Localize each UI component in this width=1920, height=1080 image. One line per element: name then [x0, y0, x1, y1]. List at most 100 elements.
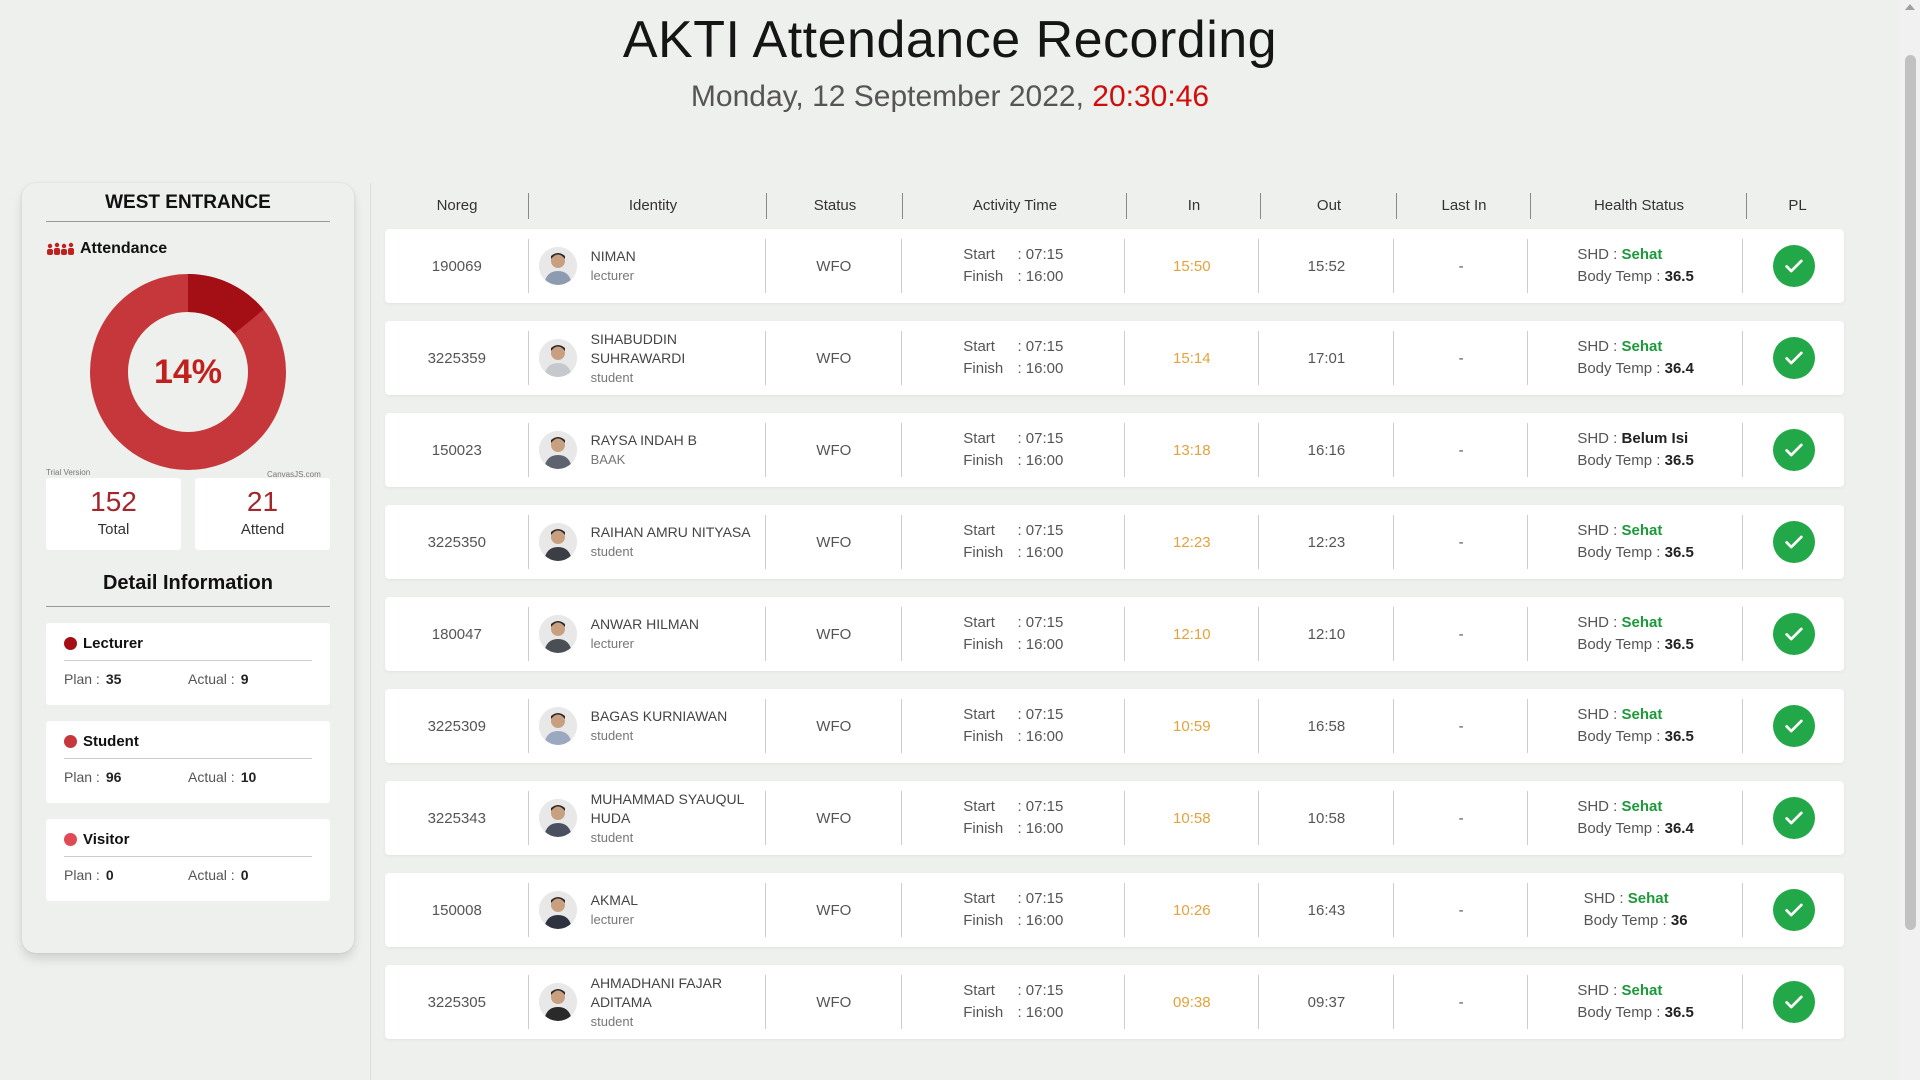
colon: :: [1017, 728, 1022, 745]
out-time-cell: 12:23: [1259, 515, 1395, 569]
stats-row: 152 Total 21 Attend: [46, 478, 330, 550]
colon: :: [1017, 798, 1022, 815]
health-status-cell: SHD : Sehat Body Temp : 36.5: [1528, 239, 1744, 293]
body-temp-label: Body Temp :: [1577, 452, 1661, 469]
body-temp-value: 36.5: [1664, 636, 1694, 653]
activity-time-cell: Start : 07:15 Finish : 16:00: [902, 423, 1126, 477]
body-temp-label: Body Temp :: [1577, 636, 1661, 653]
finish-label: Finish: [963, 728, 1004, 745]
attend-label: Attend: [240, 521, 285, 538]
table-row[interactable]: 190069 NIMAN lecturer WFO Start : 07:15 Finis…: [385, 229, 1844, 303]
colon: :: [1017, 522, 1022, 539]
check-circle-icon: [1772, 521, 1815, 563]
person-role: lecturer: [590, 912, 634, 927]
person-role: student: [590, 369, 634, 385]
scrollbar[interactable]: [1900, 0, 1920, 1080]
finish-time: 16:00: [1025, 452, 1064, 469]
table-row[interactable]: 3225350 RAIHAN AMRU NITYASA student WFO Star…: [385, 505, 1844, 579]
plan-cell: Plan : 0: [64, 867, 188, 883]
people-icon: [47, 242, 74, 255]
body-temp-label: Body Temp :: [1577, 728, 1661, 745]
attendance-heading: Attendance: [46, 240, 354, 258]
check-circle-icon: [1772, 245, 1815, 287]
status-cell: WFO: [766, 515, 902, 569]
activity-times: Start : 07:15 Finish : 16:00: [963, 704, 1063, 748]
attendance-percent: 14%: [153, 352, 223, 391]
in-time-cell: 15:50: [1125, 239, 1259, 293]
avatar: [538, 983, 577, 1021]
finish-label: Finish: [963, 1004, 1004, 1021]
identity-cell: ANWAR HILMAN lecturer: [529, 607, 767, 661]
health-info: SHD : Sehat Body Temp : 36.5: [1577, 612, 1693, 656]
scrollbar-thumb[interactable]: [1905, 55, 1916, 930]
plan-value: 96: [105, 769, 122, 785]
colon: :: [1017, 360, 1022, 377]
in-time-cell: 15:14: [1125, 331, 1259, 385]
finish-time: 16:00: [1025, 728, 1064, 745]
activity-time-cell: Start : 07:15 Finish : 16:00: [902, 883, 1126, 937]
person-role: lecturer: [590, 268, 634, 283]
noreg-cell: 3225343: [385, 791, 529, 845]
column-header-out: Out: [1261, 193, 1397, 219]
shd-value: Sehat: [1621, 522, 1663, 539]
column-header-status: Status: [767, 193, 903, 219]
table-row[interactable]: 150023 RAYSA INDAH B BAAK WFO Start : 07:15 F…: [385, 413, 1844, 487]
entrance-title: WEST ENTRANCE: [105, 192, 271, 213]
start-time: 07:15: [1025, 798, 1064, 815]
table-row[interactable]: 3225359 SIHABUDDIN SUHRAWARDI student WFO St…: [385, 321, 1844, 395]
health-info: SHD : Sehat Body Temp : 36.5: [1577, 980, 1693, 1024]
person-name: AKMAL: [590, 892, 639, 908]
check-circle-icon: [1772, 797, 1815, 839]
identity-text: MUHAMMAD SYAUQUL HUDA student: [591, 790, 766, 847]
noreg-cell: 180047: [385, 607, 529, 661]
category-header: Student: [64, 733, 312, 759]
table-row[interactable]: 3225309 BAGAS KURNIAWAN student WFO Start : …: [385, 689, 1844, 763]
start-time: 07:15: [1025, 982, 1064, 999]
health-info: SHD : Belum Isi Body Temp : 36.5: [1577, 428, 1693, 472]
category-header: Lecturer: [64, 635, 312, 661]
person-role: BAAK: [590, 452, 626, 467]
summary-panel: WEST ENTRANCE Attendance 14% Trial Versi…: [22, 183, 354, 953]
body-temp-value: 36.4: [1664, 820, 1694, 837]
check-circle-icon: [1772, 981, 1815, 1023]
body-temp-value: 36.5: [1664, 1004, 1694, 1021]
actual-value: 0: [240, 867, 249, 883]
column-header-last-in: Last In: [1397, 193, 1531, 219]
column-header-health-status: Health Status: [1531, 193, 1747, 219]
health-status-cell: SHD : Sehat Body Temp : 36.4: [1528, 791, 1744, 845]
category-dot-icon: [64, 637, 77, 650]
health-status-cell: SHD : Sehat Body Temp : 36.5: [1528, 975, 1744, 1029]
health-status-cell: SHD : Sehat Body Temp : 36.5: [1528, 699, 1744, 753]
health-info: SHD : Sehat Body Temp : 36.5: [1577, 244, 1693, 288]
start-time: 07:15: [1025, 246, 1064, 263]
body-temp-label: Body Temp :: [1577, 1004, 1661, 1021]
in-time-cell: 10:59: [1125, 699, 1259, 753]
health-info: SHD : Sehat Body Temp : 36.4: [1577, 336, 1693, 380]
out-time-cell: 15:52: [1259, 239, 1395, 293]
identity-text: RAIHAN AMRU NITYASA student: [591, 523, 751, 561]
table-row[interactable]: 150008 AKMAL lecturer WFO Start : 07:15 Finis…: [385, 873, 1844, 947]
category-name: Visitor: [83, 831, 130, 848]
table-row[interactable]: 180047 ANWAR HILMAN lecturer WFO Start : 07:…: [385, 597, 1844, 671]
attendance-label: Attendance: [80, 240, 168, 257]
table-row[interactable]: 3225305 AHMADHANI FAJAR ADITAMA student WFO…: [385, 965, 1844, 1039]
colon: :: [1017, 452, 1022, 469]
pl-cell: [1743, 239, 1844, 293]
detail-title: Detail Information: [102, 572, 273, 594]
start-label: Start: [963, 522, 995, 539]
body-temp-label: Body Temp :: [1577, 820, 1661, 837]
status-cell: WFO: [766, 239, 902, 293]
avatar: [538, 891, 577, 929]
in-time-cell: 10:58: [1125, 791, 1259, 845]
start-time: 07:15: [1025, 430, 1064, 447]
check-circle-icon: [1772, 705, 1815, 747]
plan-label: Plan :: [64, 769, 100, 785]
scroll-up-arrow-icon[interactable]: [1905, 4, 1915, 10]
actual-label: Actual :: [188, 867, 235, 883]
person-name: AHMADHANI FAJAR ADITAMA: [590, 974, 723, 1010]
noreg-cell: 3225350: [385, 515, 529, 569]
table-row[interactable]: 3225343 MUHAMMAD SYAUQUL HUDA student WFO St…: [385, 781, 1844, 855]
colon: :: [1017, 338, 1022, 355]
shd-value: Sehat: [1621, 706, 1663, 723]
start-label: Start: [963, 338, 995, 355]
